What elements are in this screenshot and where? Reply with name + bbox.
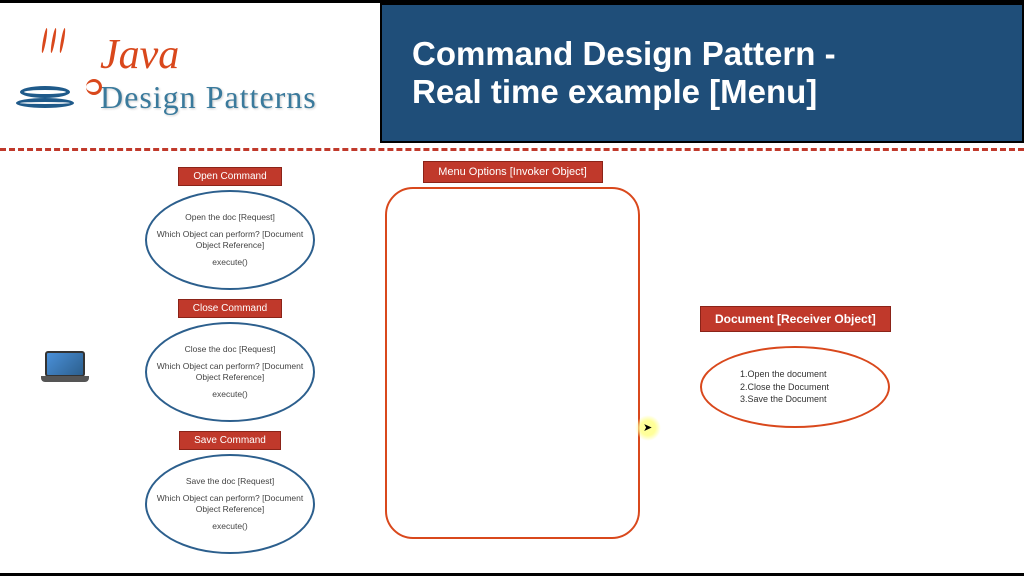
logo-section: Java Design Patterns — [0, 3, 380, 143]
diagram-content: Open Command Open the doc [Request] Whic… — [0, 161, 1024, 581]
commands-column: Open Command Open the doc [Request] Whic… — [135, 166, 325, 562]
divider — [0, 148, 1024, 151]
request-text: Save the doc [Request] — [186, 476, 274, 487]
save-command-block: Save Command Save the doc [Request] Whic… — [135, 430, 325, 554]
close-command-ellipse: Close the doc [Request] Which Object can… — [145, 322, 315, 422]
execute-text: execute() — [212, 257, 247, 268]
perform-text: Which Object can perform? [Document Obje… — [155, 229, 305, 251]
close-command-block: Close Command Close the doc [Request] Wh… — [135, 298, 325, 422]
logo-sub-text: Design Patterns — [100, 79, 317, 116]
request-text: Close the doc [Request] — [185, 344, 276, 355]
java-logo: Java Design Patterns — [20, 31, 317, 116]
perform-text: Which Object can perform? [Document Obje… — [155, 361, 305, 383]
receiver-ellipse: 1.Open the document 2.Close the Document… — [700, 346, 890, 428]
perform-text: Which Object can perform? [Document Obje… — [155, 493, 305, 515]
title-line-2: Real time example [Menu] — [412, 73, 1012, 111]
cursor-highlight: ➤ — [635, 415, 661, 441]
receiver-section: Document [Receiver Object] 1.Open the do… — [700, 306, 925, 428]
title-section: Command Design Pattern - Real time examp… — [380, 3, 1024, 143]
open-command-ellipse: Open the doc [Request] Which Object can … — [145, 190, 315, 290]
invoker-box — [385, 187, 640, 539]
invoker-label: Menu Options [Invoker Object] — [423, 161, 603, 183]
laptop-icon — [45, 351, 93, 385]
save-command-ellipse: Save the doc [Request] Which Object can … — [145, 454, 315, 554]
receiver-item-3: 3.Save the Document — [740, 393, 888, 406]
title-line-1: Command Design Pattern - — [412, 35, 1012, 73]
open-command-block: Open Command Open the doc [Request] Whic… — [135, 166, 325, 290]
execute-text: execute() — [212, 521, 247, 532]
cursor-arrow-icon: ➤ — [643, 421, 652, 434]
execute-text: execute() — [212, 389, 247, 400]
receiver-item-1: 1.Open the document — [740, 368, 888, 381]
close-command-label: Close Command — [178, 299, 282, 318]
header: Java Design Patterns Command Design Patt… — [0, 3, 1024, 143]
receiver-item-2: 2.Close the Document — [740, 381, 888, 394]
request-text: Open the doc [Request] — [185, 212, 275, 223]
coffee-cup-icon — [20, 33, 90, 113]
save-command-label: Save Command — [179, 431, 281, 450]
invoker-section: Menu Options [Invoker Object] — [385, 161, 640, 539]
receiver-label: Document [Receiver Object] — [700, 306, 891, 332]
open-command-label: Open Command — [178, 167, 281, 186]
logo-main-text: Java — [100, 31, 317, 79]
